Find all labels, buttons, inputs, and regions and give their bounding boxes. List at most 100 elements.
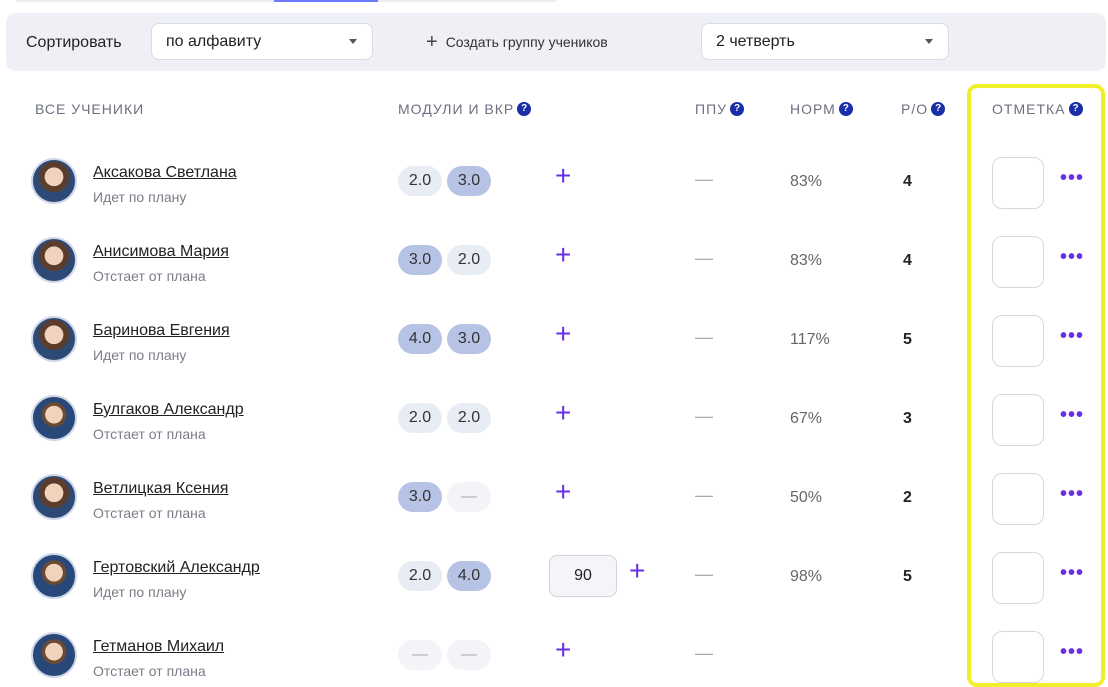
- more-options-icon[interactable]: •••: [1060, 167, 1084, 190]
- help-icon[interactable]: ?: [1068, 102, 1083, 116]
- add-grade-plus-icon[interactable]: +: [629, 557, 645, 585]
- student-row: Булгаков Александр Отстает от плана 2.0 …: [0, 394, 1108, 474]
- norm-value: 67%: [790, 410, 823, 427]
- column-header-label: ППУ: [695, 101, 728, 117]
- norm-value: 83%: [790, 252, 823, 269]
- avatar: [31, 553, 77, 599]
- student-row: Баринова Евгения Идет по плану 4.0 3.0 +…: [0, 315, 1108, 395]
- help-icon[interactable]: ?: [730, 102, 745, 116]
- quarter-select[interactable]: 2 четверть: [701, 23, 949, 60]
- norm-value: 83%: [790, 173, 823, 190]
- mark-input[interactable]: [992, 394, 1044, 446]
- ro-value: 4: [903, 252, 912, 269]
- add-grade-plus-icon[interactable]: +: [555, 636, 571, 664]
- module-grade-chip[interactable]: 2.0: [398, 166, 442, 196]
- add-grade-plus-icon[interactable]: +: [555, 241, 571, 269]
- sort-select-value: по алфавиту: [166, 32, 262, 50]
- student-name-link[interactable]: Гертовский Александр: [93, 559, 260, 577]
- vkr-score-input[interactable]: 90: [549, 555, 617, 597]
- avatar: [31, 237, 77, 283]
- student-name-link[interactable]: Ветлицкая Ксения: [93, 480, 228, 498]
- module-grade-chip-empty[interactable]: —: [447, 482, 491, 512]
- add-grade-plus-icon[interactable]: +: [555, 162, 571, 190]
- student-status: Идет по плану: [93, 189, 187, 205]
- student-status: Отстает от плана: [93, 426, 206, 442]
- ppu-value: —: [695, 406, 713, 426]
- more-options-icon[interactable]: •••: [1060, 325, 1084, 348]
- student-status: Идет по плану: [93, 347, 187, 363]
- quarter-select-value: 2 четверть: [716, 32, 795, 50]
- more-options-icon[interactable]: •••: [1060, 404, 1084, 427]
- student-name-link[interactable]: Булгаков Александр: [93, 401, 244, 419]
- avatar: [31, 158, 77, 204]
- student-status: Отстает от плана: [93, 268, 206, 284]
- column-header-ppu: ППУ ?: [695, 101, 745, 117]
- more-options-icon[interactable]: •••: [1060, 246, 1084, 269]
- create-group-label: Создать группу учеников: [445, 34, 608, 50]
- column-header-modules-vkr: МОДУЛИ И ВКР ?: [398, 101, 532, 117]
- more-options-icon[interactable]: •••: [1060, 562, 1084, 585]
- ro-value: 4: [903, 173, 912, 190]
- avatar: [31, 632, 77, 678]
- module-grade-chip[interactable]: 3.0: [398, 245, 442, 275]
- sort-select[interactable]: по алфавиту: [151, 23, 373, 60]
- student-row: Анисимова Мария Отстает от плана 3.0 2.0…: [0, 236, 1108, 316]
- mark-input[interactable]: [992, 157, 1044, 209]
- norm-value: 50%: [790, 489, 823, 506]
- student-row: Гертовский Александр Идет по плану 2.0 4…: [0, 552, 1108, 632]
- ppu-value: —: [695, 643, 713, 663]
- module-grade-chip[interactable]: 2.0: [398, 561, 442, 591]
- module-grade-chip[interactable]: 2.0: [447, 403, 491, 433]
- mark-input[interactable]: [992, 315, 1044, 367]
- mark-input[interactable]: [992, 631, 1044, 683]
- column-header-label: МОДУЛИ И ВКР: [398, 101, 515, 117]
- more-options-icon[interactable]: •••: [1060, 641, 1084, 664]
- active-tab-indicator: [274, 0, 378, 2]
- add-grade-plus-icon[interactable]: +: [555, 399, 571, 427]
- student-name-link[interactable]: Анисимова Мария: [93, 243, 229, 261]
- more-options-icon[interactable]: •••: [1060, 483, 1084, 506]
- mark-input[interactable]: [992, 236, 1044, 288]
- module-grade-chip[interactable]: 4.0: [447, 561, 491, 591]
- module-grade-chip[interactable]: 4.0: [398, 324, 442, 354]
- norm-value: 98%: [790, 568, 823, 585]
- add-grade-plus-icon[interactable]: +: [555, 320, 571, 348]
- student-name-link[interactable]: Аксакова Светлана: [93, 164, 237, 182]
- ro-value: 3: [903, 410, 912, 427]
- column-header-label: НОРМ: [790, 101, 836, 117]
- module-grade-chip[interactable]: 3.0: [447, 166, 491, 196]
- column-header-label: Р/О: [901, 101, 929, 117]
- module-grade-chip-empty[interactable]: —: [447, 640, 491, 670]
- ppu-value: —: [695, 327, 713, 347]
- chevron-down-icon: [349, 39, 357, 44]
- ro-value: 2: [903, 489, 912, 506]
- mark-input[interactable]: [992, 473, 1044, 525]
- ro-value: 5: [903, 568, 912, 585]
- column-header-ro: Р/О ?: [901, 101, 946, 117]
- student-status: Отстает от плана: [93, 663, 206, 679]
- ppu-value: —: [695, 485, 713, 505]
- mark-input[interactable]: [992, 552, 1044, 604]
- help-icon[interactable]: ?: [931, 102, 946, 116]
- add-grade-plus-icon[interactable]: +: [555, 478, 571, 506]
- help-icon[interactable]: ?: [517, 102, 532, 116]
- student-row: Аксакова Светлана Идет по плану 2.0 3.0 …: [0, 157, 1108, 237]
- module-grade-chip-empty[interactable]: —: [398, 640, 442, 670]
- student-name-link[interactable]: Баринова Евгения: [93, 322, 230, 340]
- column-header-mark: ОТМЕТКА ?: [992, 101, 1083, 117]
- module-grade-chip[interactable]: 3.0: [447, 324, 491, 354]
- student-status: Идет по плану: [93, 584, 187, 600]
- avatar: [31, 395, 77, 441]
- module-grade-chip[interactable]: 2.0: [398, 403, 442, 433]
- module-grade-chip[interactable]: 3.0: [398, 482, 442, 512]
- ppu-value: —: [695, 169, 713, 189]
- student-name-link[interactable]: Гетманов Михаил: [93, 638, 224, 656]
- column-header-norm: НОРМ ?: [790, 101, 853, 117]
- help-icon[interactable]: ?: [838, 102, 853, 116]
- ppu-value: —: [695, 564, 713, 584]
- create-group-button[interactable]: + Создать группу учеников: [426, 32, 608, 52]
- chevron-down-icon: [925, 39, 933, 44]
- module-grade-chip[interactable]: 2.0: [447, 245, 491, 275]
- plus-icon: +: [426, 31, 438, 53]
- toolbar: Сортировать по алфавиту + Создать группу…: [6, 13, 1106, 71]
